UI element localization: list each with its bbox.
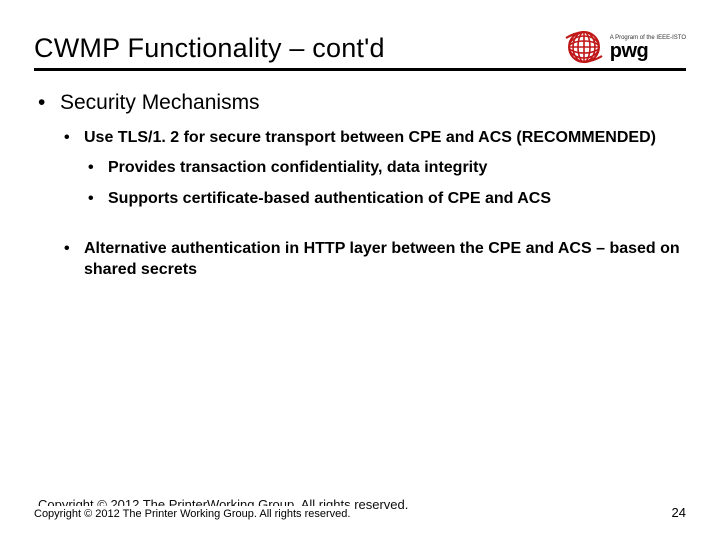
globe-icon	[564, 30, 604, 64]
bullet-list-lvl3: Provides transaction confidentiality, da…	[84, 157, 686, 210]
slide: CWMP Functionality – cont'd	[0, 0, 720, 540]
list-item: Security Mechanisms Use TLS/1. 2 for sec…	[34, 91, 686, 281]
bullet-list-lvl2: Use TLS/1. 2 for secure transport betwee…	[60, 127, 686, 281]
footer-left: Copyright © 2012 The PrinterWorking Grou…	[34, 506, 350, 520]
footer: Copyright © 2012 The PrinterWorking Grou…	[0, 505, 720, 520]
content-area: Security Mechanisms Use TLS/1. 2 for sec…	[34, 71, 686, 281]
header-row: CWMP Functionality – cont'd	[34, 30, 686, 66]
item-text: Provides transaction confidentiality, da…	[108, 159, 487, 176]
copyright-text: Copyright © 2012 The Printer Working Gro…	[34, 506, 350, 520]
list-item: Supports certificate-based authenticatio…	[84, 188, 686, 210]
spacer	[60, 220, 686, 238]
pwg-logo: A Program of the IEEE-ISTO pwg	[564, 30, 686, 66]
list-item: Alternative authentication in HTTP layer…	[60, 238, 686, 281]
bullet-list-lvl1: Security Mechanisms Use TLS/1. 2 for sec…	[34, 91, 686, 281]
logo-text: A Program of the IEEE-ISTO pwg	[610, 35, 686, 60]
item-text: Supports certificate-based authenticatio…	[108, 190, 551, 207]
slide-title: CWMP Functionality – cont'd	[34, 33, 385, 66]
heading-text: Security Mechanisms	[60, 91, 260, 114]
item-text: Use TLS/1. 2 for secure transport betwee…	[84, 129, 656, 146]
page-number: 24	[672, 505, 686, 520]
logo-main-text: pwg	[610, 42, 686, 60]
list-item: Provides transaction confidentiality, da…	[84, 157, 686, 179]
item-text: Alternative authentication in HTTP layer…	[84, 240, 680, 279]
list-item: Use TLS/1. 2 for secure transport betwee…	[60, 127, 686, 210]
